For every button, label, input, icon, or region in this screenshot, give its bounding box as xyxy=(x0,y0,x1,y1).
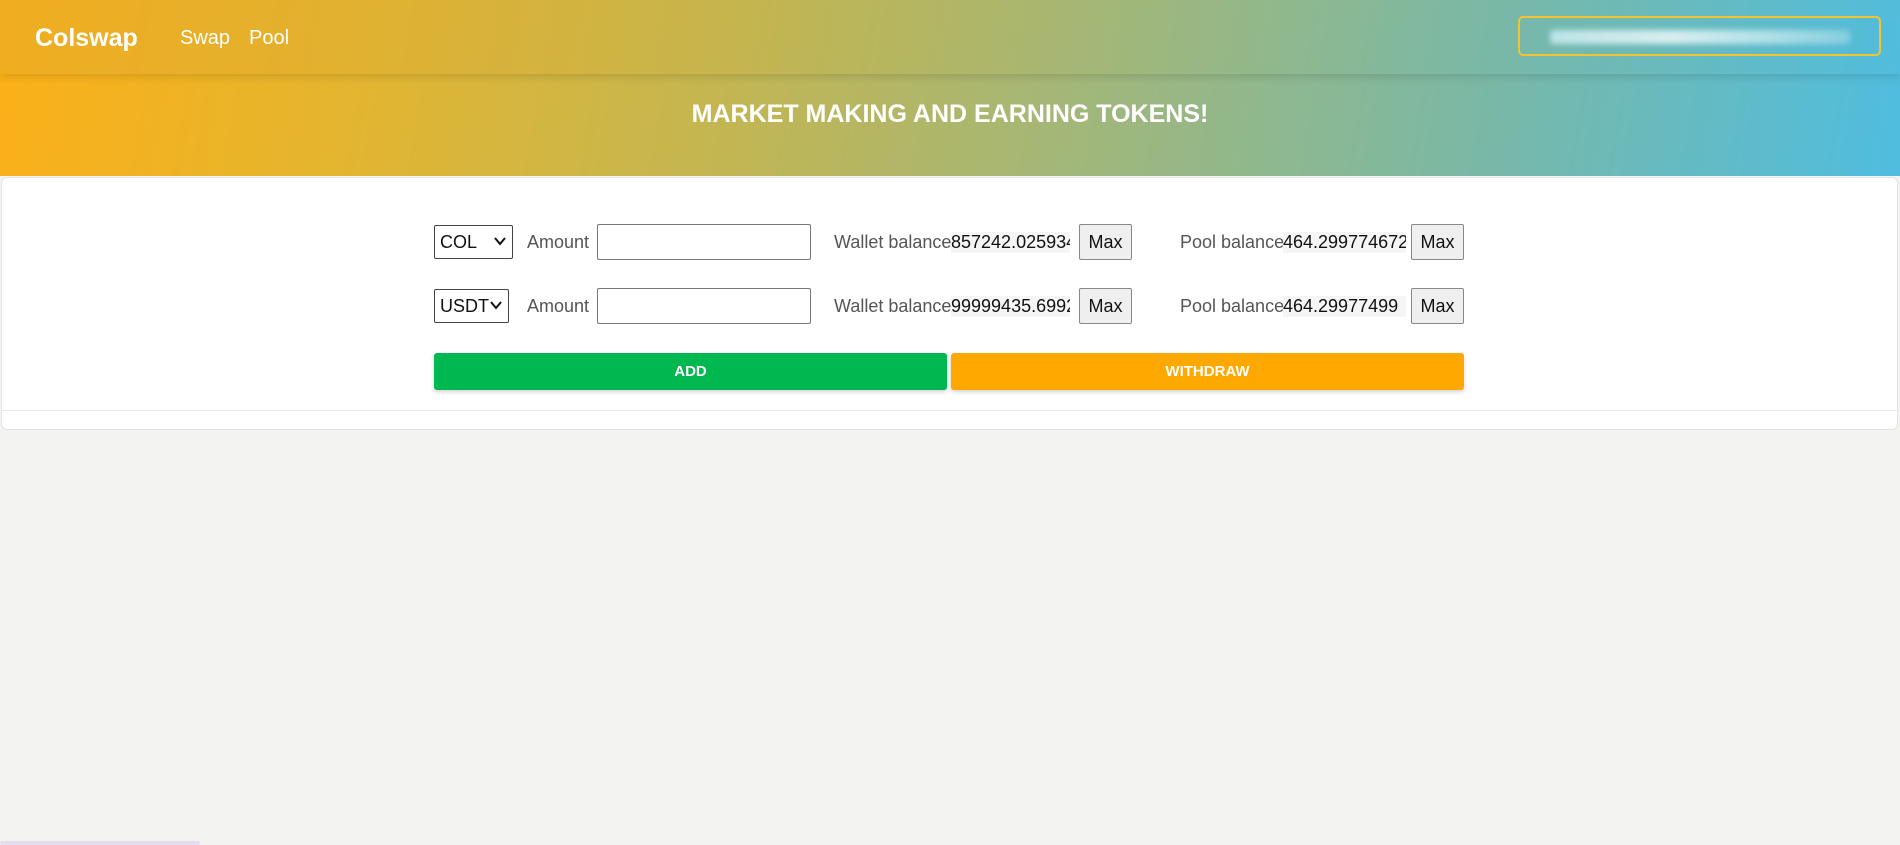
add-liquidity-button[interactable]: ADD xyxy=(434,353,947,390)
token-select-col[interactable]: COL xyxy=(434,225,513,259)
chevron-down-icon xyxy=(490,301,502,310)
navbar: Colswap Swap Pool xyxy=(0,0,1900,74)
token-select-value: USDT xyxy=(440,295,489,316)
pool-max-button[interactable]: Max xyxy=(1411,288,1464,324)
wallet-address-obscured xyxy=(1550,30,1850,44)
token-select-value: COL xyxy=(440,231,478,252)
chevron-down-icon xyxy=(494,237,506,246)
nav-swap-link[interactable]: Swap xyxy=(180,27,230,50)
amount-label: Amount xyxy=(527,296,590,316)
pool-max-button[interactable]: Max xyxy=(1411,224,1464,260)
amount-label: Amount xyxy=(527,232,590,252)
wallet-balance-value: 857242.025934 xyxy=(951,232,1070,253)
pool-balance-value: 464.29977467254 xyxy=(1283,232,1406,253)
wallet-balance-value: 99999435.6992 xyxy=(951,296,1070,317)
pool-balance-label: Pool balance xyxy=(1180,232,1285,252)
card-divider xyxy=(2,410,1897,411)
wallet-address-button[interactable] xyxy=(1518,16,1881,56)
wallet-balance-label: Wallet balance xyxy=(834,296,952,316)
withdraw-liquidity-button[interactable]: WITHDRAW xyxy=(951,353,1464,390)
pool-balance-value: 464.29977499 xyxy=(1283,296,1406,317)
brand-logo[interactable]: Colswap xyxy=(35,24,138,53)
token-select-usdt[interactable]: USDT xyxy=(434,289,509,323)
header-banner: Colswap Swap Pool MARKET MAKING AND EARN… xyxy=(0,0,1900,176)
page-title: MARKET MAKING AND EARNING TOKENS! xyxy=(691,100,1209,128)
scrollbar-hint xyxy=(0,841,200,845)
pool-balance-label: Pool balance xyxy=(1180,296,1285,316)
amount-input-usdt[interactable] xyxy=(597,288,811,324)
wallet-balance-label: Wallet balance xyxy=(834,232,952,252)
nav-pool-link[interactable]: Pool xyxy=(249,27,289,50)
wallet-max-button[interactable]: Max xyxy=(1079,288,1132,324)
amount-input-col[interactable] xyxy=(597,224,811,260)
wallet-max-button[interactable]: Max xyxy=(1079,224,1132,260)
